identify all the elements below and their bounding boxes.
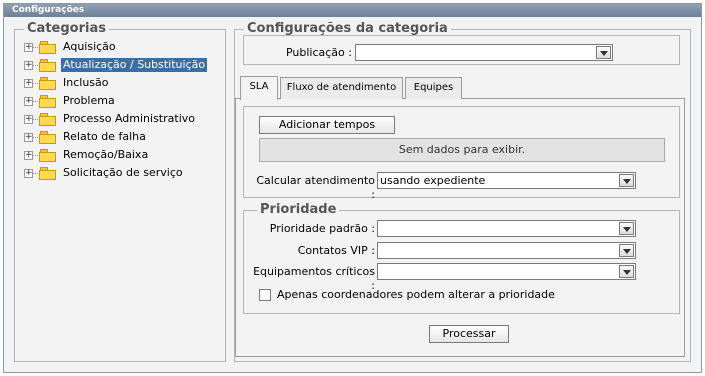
expand-icon[interactable]: + bbox=[24, 61, 33, 70]
tree-connector bbox=[33, 101, 38, 102]
equipamentos-criticos-select[interactable] bbox=[377, 263, 636, 280]
folder-icon bbox=[39, 94, 58, 108]
empty-grid-message: Sem dados para exibir. bbox=[259, 138, 665, 162]
tree-connector bbox=[33, 119, 38, 120]
add-tempos-button[interactable]: Adicionar tempos bbox=[259, 116, 395, 134]
category-item-label[interactable]: Aquisição bbox=[61, 40, 118, 54]
processar-button[interactable]: Processar bbox=[429, 325, 509, 343]
category-item-label[interactable]: Problema bbox=[61, 94, 117, 108]
contatos-vip-select[interactable] bbox=[377, 242, 636, 259]
tab-sla[interactable]: SLA bbox=[240, 76, 278, 100]
folder-icon bbox=[39, 76, 58, 90]
tab-sla-label: SLA bbox=[249, 81, 269, 92]
category-item[interactable]: + Processo Administrativo bbox=[24, 111, 224, 127]
publicacao-label: Publicação : bbox=[285, 46, 352, 59]
category-item[interactable]: + Remoção/Baixa bbox=[24, 147, 224, 163]
category-item[interactable]: + Inclusão bbox=[24, 75, 224, 91]
category-item[interactable]: + Atualização / Substituição bbox=[24, 57, 224, 73]
tree-connector bbox=[33, 83, 38, 84]
category-item[interactable]: + Relato de falha bbox=[24, 129, 224, 145]
tree-connector bbox=[33, 137, 38, 138]
category-item-label[interactable]: Remoção/Baixa bbox=[61, 148, 150, 162]
folder-icon bbox=[39, 40, 58, 54]
tree-connector bbox=[33, 47, 38, 48]
expand-icon[interactable]: + bbox=[24, 169, 33, 178]
category-item-label[interactable]: Inclusão bbox=[61, 76, 111, 90]
apenas-coordenadores-label: Apenas coordenadores podem alterar a pri… bbox=[277, 288, 555, 301]
folder-icon bbox=[39, 112, 58, 126]
prioridade-padrao-select[interactable] bbox=[377, 220, 636, 237]
expand-icon[interactable]: + bbox=[24, 79, 33, 88]
category-item[interactable]: + Problema bbox=[24, 93, 224, 109]
category-item[interactable]: + Solicitação de serviço bbox=[24, 165, 224, 181]
tab-fluxo-atendimento[interactable]: Fluxo de atendimento bbox=[280, 77, 403, 99]
folder-icon bbox=[39, 130, 58, 144]
folder-icon bbox=[39, 148, 58, 162]
tab-fluxo-label: Fluxo de atendimento bbox=[286, 82, 397, 93]
category-item-label[interactable]: Processo Administrativo bbox=[61, 112, 197, 126]
contatos-vip-label: Contatos VIP : bbox=[297, 244, 375, 257]
tab-equipes-label: Equipes bbox=[413, 82, 454, 93]
tab-equipes[interactable]: Equipes bbox=[405, 77, 462, 99]
tree-connector bbox=[33, 173, 38, 174]
calcular-atendimento-value: usando expediente bbox=[380, 174, 486, 187]
chevron-down-icon[interactable] bbox=[619, 244, 634, 257]
tree-connector bbox=[33, 155, 38, 156]
chevron-down-icon[interactable] bbox=[619, 174, 634, 187]
folder-icon bbox=[39, 166, 58, 180]
expand-icon[interactable]: + bbox=[24, 151, 33, 160]
folder-icon bbox=[39, 58, 58, 72]
category-config-legend: Configurações da categoria bbox=[244, 22, 451, 36]
expand-icon[interactable]: + bbox=[24, 133, 33, 142]
category-item-label[interactable]: Atualização / Substituição bbox=[61, 58, 208, 72]
chevron-down-icon[interactable] bbox=[619, 265, 634, 278]
apenas-coordenadores-checkbox[interactable] bbox=[259, 289, 271, 301]
publicacao-select[interactable] bbox=[355, 44, 613, 61]
chevron-down-icon[interactable] bbox=[596, 46, 611, 59]
category-item-label[interactable]: Solicitação de serviço bbox=[61, 166, 185, 180]
calcular-atendimento-select[interactable]: usando expediente bbox=[377, 172, 636, 189]
window-title: Configurações bbox=[4, 4, 701, 17]
expand-icon[interactable]: + bbox=[24, 43, 33, 52]
calcular-atendimento-label: Calcular atendimento : bbox=[256, 174, 375, 201]
category-item-label[interactable]: Relato de falha bbox=[61, 130, 148, 144]
expand-icon[interactable]: + bbox=[24, 97, 33, 106]
prioridade-legend: Prioridade bbox=[257, 203, 340, 217]
categories-legend: Categorias bbox=[24, 22, 109, 36]
expand-icon[interactable]: + bbox=[24, 115, 33, 124]
prioridade-padrao-label: Prioridade padrão : bbox=[269, 222, 375, 235]
chevron-down-icon[interactable] bbox=[619, 222, 634, 235]
tree-connector bbox=[33, 65, 38, 66]
category-item[interactable]: + Aquisição bbox=[24, 39, 224, 55]
